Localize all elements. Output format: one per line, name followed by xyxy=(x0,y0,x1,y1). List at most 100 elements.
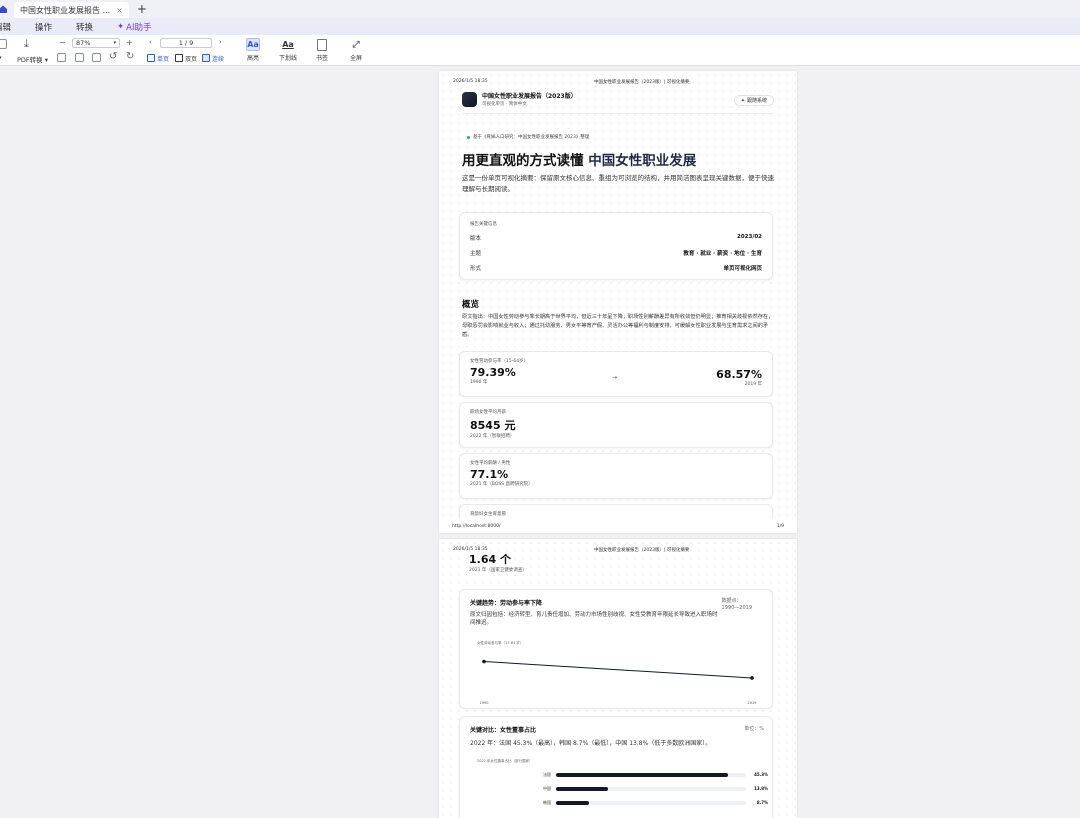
stat-label: 女性平均薪酬 / 男性 xyxy=(470,461,511,466)
zoom-out-icon[interactable]: − xyxy=(59,38,66,47)
trend-data-point xyxy=(750,676,754,680)
bookmark-label: 书签 xyxy=(315,55,328,62)
document-tab[interactable]: 中国女性职业发展报告 ... × xyxy=(14,2,129,18)
underline-label: 下划线 xyxy=(278,55,297,62)
stat-label: 女性劳动参与率（15-64岁） xyxy=(470,359,529,364)
report-brand-sub: 可视化单页 · 简体中文 xyxy=(482,102,527,107)
ai-assistant-label: AI助手 xyxy=(126,22,152,33)
pdf-convert-button[interactable]: PDF转换 ▾ xyxy=(17,54,48,64)
page-number-input[interactable]: 1 / 9 xyxy=(160,38,212,48)
page-header-date: 2026/1/5 18:35 xyxy=(453,79,488,84)
stat-label: 职场女性平均月薪 xyxy=(470,410,506,415)
hero-title: 用更直观的方式读懂 中国女性职业发展 xyxy=(462,149,696,169)
trend-series-line xyxy=(483,661,753,679)
theme-toggle-button[interactable]: ✦ 跟随系统 xyxy=(733,95,774,106)
bookmark-button[interactable]: 书签 xyxy=(309,38,335,62)
view-single-page-button[interactable]: 单页 xyxy=(147,53,169,63)
key-info-value: 单页可视化网页 xyxy=(723,266,762,272)
menu-bar: 编辑 操作 转换 ✦ AI助手 xyxy=(0,18,1080,35)
source-note: 基于《育娲人口研究：中国女性职业发展报告 2023》整理 xyxy=(467,134,589,140)
compare-bar-value-label: 45.3% xyxy=(754,772,768,777)
key-info-key: 形式 xyxy=(470,266,482,272)
fit-width-icon[interactable] xyxy=(75,53,84,62)
stat-card-pay-ratio: 女性平均薪酬 / 男性 77.1% 2021 年（BOSS 直聘研究院） xyxy=(459,453,773,499)
arrow-right-icon: → xyxy=(612,374,618,381)
home-icon[interactable] xyxy=(0,3,8,15)
close-icon[interactable]: × xyxy=(116,6,123,15)
zoom-select[interactable]: 87% ▾ xyxy=(72,38,120,48)
overview-heading: 概览 xyxy=(462,300,480,310)
underline-button[interactable]: Aa 下划线 xyxy=(275,38,301,62)
bookmark-icon xyxy=(315,38,329,51)
page-footer-number: 1/9 xyxy=(776,524,784,529)
stat-sub-2019: 2019 年 xyxy=(744,382,762,387)
chevron-down-icon[interactable]: ▾ xyxy=(0,55,2,61)
zoom-in-icon[interactable]: + xyxy=(126,38,133,47)
compare-bar-row: 法国 45.3% xyxy=(524,772,774,780)
stat-card-participation: 女性劳动参与率（15-64岁） 79.39% 1990 年 → 68.57% 2… xyxy=(459,351,773,397)
fit-page-icon[interactable] xyxy=(57,53,66,62)
compare-bar-row: 中国 13.8% xyxy=(524,786,774,794)
page-header-title: 中国女性职业发展报告（2023版）| 可视化摘要 xyxy=(594,80,690,85)
compare-bar-category: 韩国 xyxy=(543,800,551,805)
chevron-down-icon: ▾ xyxy=(113,40,116,46)
document-viewer[interactable]: 2026/1/5 18:35 中国女性职业发展报告（2023版）| 可视化摘要 … xyxy=(0,66,1080,818)
stat-sub: 2021 年（国家卫健委调查） xyxy=(469,568,527,573)
sun-icon: ✦ xyxy=(740,97,745,104)
trend-line-chart: 1990 2019 xyxy=(480,659,757,705)
stat-card-salary: 职场女性平均月薪 8545 元 2022 年（智联招聘） xyxy=(459,402,773,448)
single-page-icon xyxy=(147,54,155,62)
key-info-value: 教育 · 就业 · 薪资 · 地位 · 生育 xyxy=(683,251,762,257)
next-page-icon[interactable]: › xyxy=(219,38,222,46)
compare-bar xyxy=(556,801,590,805)
stat-value-2019: 68.57% xyxy=(716,368,762,381)
stat-value: 8545 元 xyxy=(470,419,516,432)
hero-prefix: 用更直观的方式读懂 xyxy=(462,153,584,169)
compare-bar-value-label: 8.7% xyxy=(756,800,768,805)
sparkle-icon: ✦ xyxy=(117,21,125,32)
stat-value: 77.1% xyxy=(470,468,509,481)
stat-card-fertility-continued: 1.64 个 2021 年（国家卫健委调查） xyxy=(469,551,527,573)
compare-bar-category: 中国 xyxy=(543,786,551,791)
compare-bar xyxy=(556,773,729,777)
pdf-page-2: 2026/1/5 18:35 中国女性职业发展报告（2023版）| 可视化摘要 … xyxy=(439,539,797,818)
status-dot-icon xyxy=(467,135,470,139)
prev-page-icon[interactable]: ‹ xyxy=(149,38,152,46)
key-info-key: 版本 xyxy=(470,236,482,242)
rotate-left-icon[interactable]: ↺ xyxy=(109,51,117,62)
view-double-page-button[interactable]: 双页 xyxy=(175,53,197,63)
key-info-row: 形式 单页可视化网页 xyxy=(470,264,762,272)
compare-card: 关键对比：女性董事占比 2022 年：法国 45.3%（最高），韩国 8.7%（… xyxy=(459,716,773,818)
menu-item-edit[interactable]: 编辑 xyxy=(0,21,11,33)
report-logo xyxy=(462,91,477,107)
compare-unit: 单位：% xyxy=(744,726,764,732)
fullscreen-label: 全屏 xyxy=(349,55,362,62)
report-brand-name: 中国女性职业发展报告（2023版） xyxy=(482,93,577,100)
view-single-label: 单页 xyxy=(157,55,170,63)
zoom-value: 87% xyxy=(76,39,91,47)
hero-highlight: 中国女性职业发展 xyxy=(588,153,697,169)
rotate-right-icon[interactable]: ↻ xyxy=(126,51,134,62)
pdf-page-1: 2026/1/5 18:35 中国女性职业发展报告（2023版）| 可视化摘要 … xyxy=(439,71,797,533)
view-continuous-button[interactable]: 连续 xyxy=(202,53,224,63)
menu-item-convert[interactable]: 转换 xyxy=(76,21,93,33)
compare-bar-track xyxy=(556,773,746,777)
compare-bar-category: 法国 xyxy=(543,772,551,777)
page-footer-url: http://localhost:8000/ xyxy=(452,524,501,529)
highlight-button[interactable]: Aa 高亮 xyxy=(240,38,266,62)
trend-x-tick-label: 1990 xyxy=(480,701,489,705)
pdf-icon[interactable]: ⤓ xyxy=(24,37,29,51)
document-tab-title: 中国女性职业发展报告 ... xyxy=(20,5,111,15)
actual-size-icon[interactable] xyxy=(92,53,101,62)
trend-x-tick-label: 2019 xyxy=(748,701,757,705)
header-divider xyxy=(462,113,774,114)
key-info-title: 报告关键信息 xyxy=(470,222,497,227)
menu-item-operate[interactable]: 操作 xyxy=(35,21,52,33)
tab-bar: 中国女性职业发展报告 ... × + xyxy=(0,0,1080,18)
ai-assistant-button[interactable]: ✦ AI助手 xyxy=(117,21,151,33)
select-tool-icon[interactable] xyxy=(0,39,7,49)
overview-paragraph: 原文指出：中国女性劳动参与率长期高于世界平均，但近三十年呈下降；职场性别薪酬差异… xyxy=(462,314,774,338)
key-info-value: 2023/02 xyxy=(737,234,762,240)
fullscreen-button[interactable]: ⤢ 全屏 xyxy=(343,38,369,63)
new-tab-button[interactable]: + xyxy=(137,3,147,15)
